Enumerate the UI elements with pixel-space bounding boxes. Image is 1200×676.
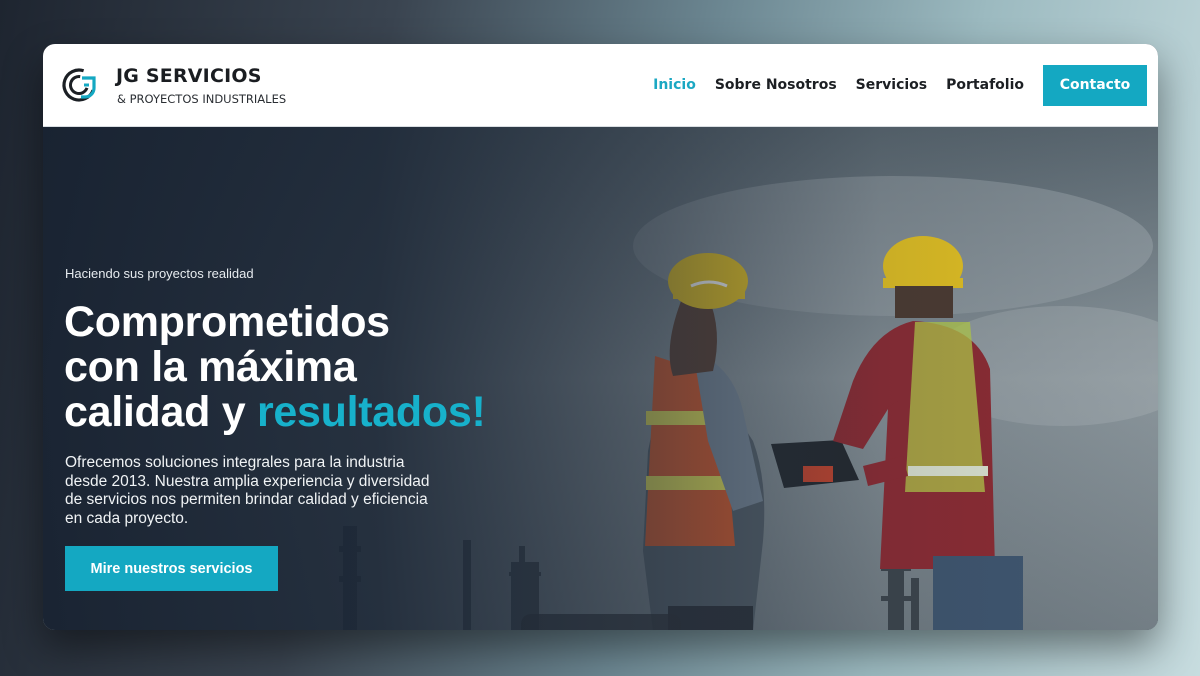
headline-line-2: con la máxima [64,343,357,391]
contacto-button[interactable]: Contacto [1043,64,1147,106]
hero-headline: Comprometidos con la máxima calidad y re… [64,300,564,435]
nav-servicios[interactable]: Servicios [856,77,927,93]
headline-line-3: calidad y [64,388,257,436]
nav-sobre-nosotros[interactable]: Sobre Nosotros [715,77,837,93]
headline-accent: resultados! [256,388,486,436]
nav-inicio[interactable]: Inicio [653,77,696,93]
jg-logo-icon[interactable] [60,64,102,106]
nav-portafolio[interactable]: Portafolio [946,77,1024,93]
brand-subtitle: & PROYECTOS INDUSTRIALES [117,92,287,106]
hero-tagline: Haciendo sus proyectos realidad [65,266,254,281]
browser-window: JG SERVICIOS & PROYECTOS INDUSTRIALES In… [43,44,1158,630]
services-cta-button[interactable]: Mire nuestros servicios [65,546,278,591]
brand-name[interactable]: JG SERVICIOS [116,65,262,87]
site-header: JG SERVICIOS & PROYECTOS INDUSTRIALES In… [43,44,1158,127]
headline-line-1: Comprometidos [64,298,390,346]
main-nav: Inicio Sobre Nosotros Servicios Portafol… [653,64,1147,106]
hero-section: Haciendo sus proyectos realidad Comprome… [43,126,1158,630]
hero-description: Ofrecemos soluciones integrales para la … [65,454,430,527]
